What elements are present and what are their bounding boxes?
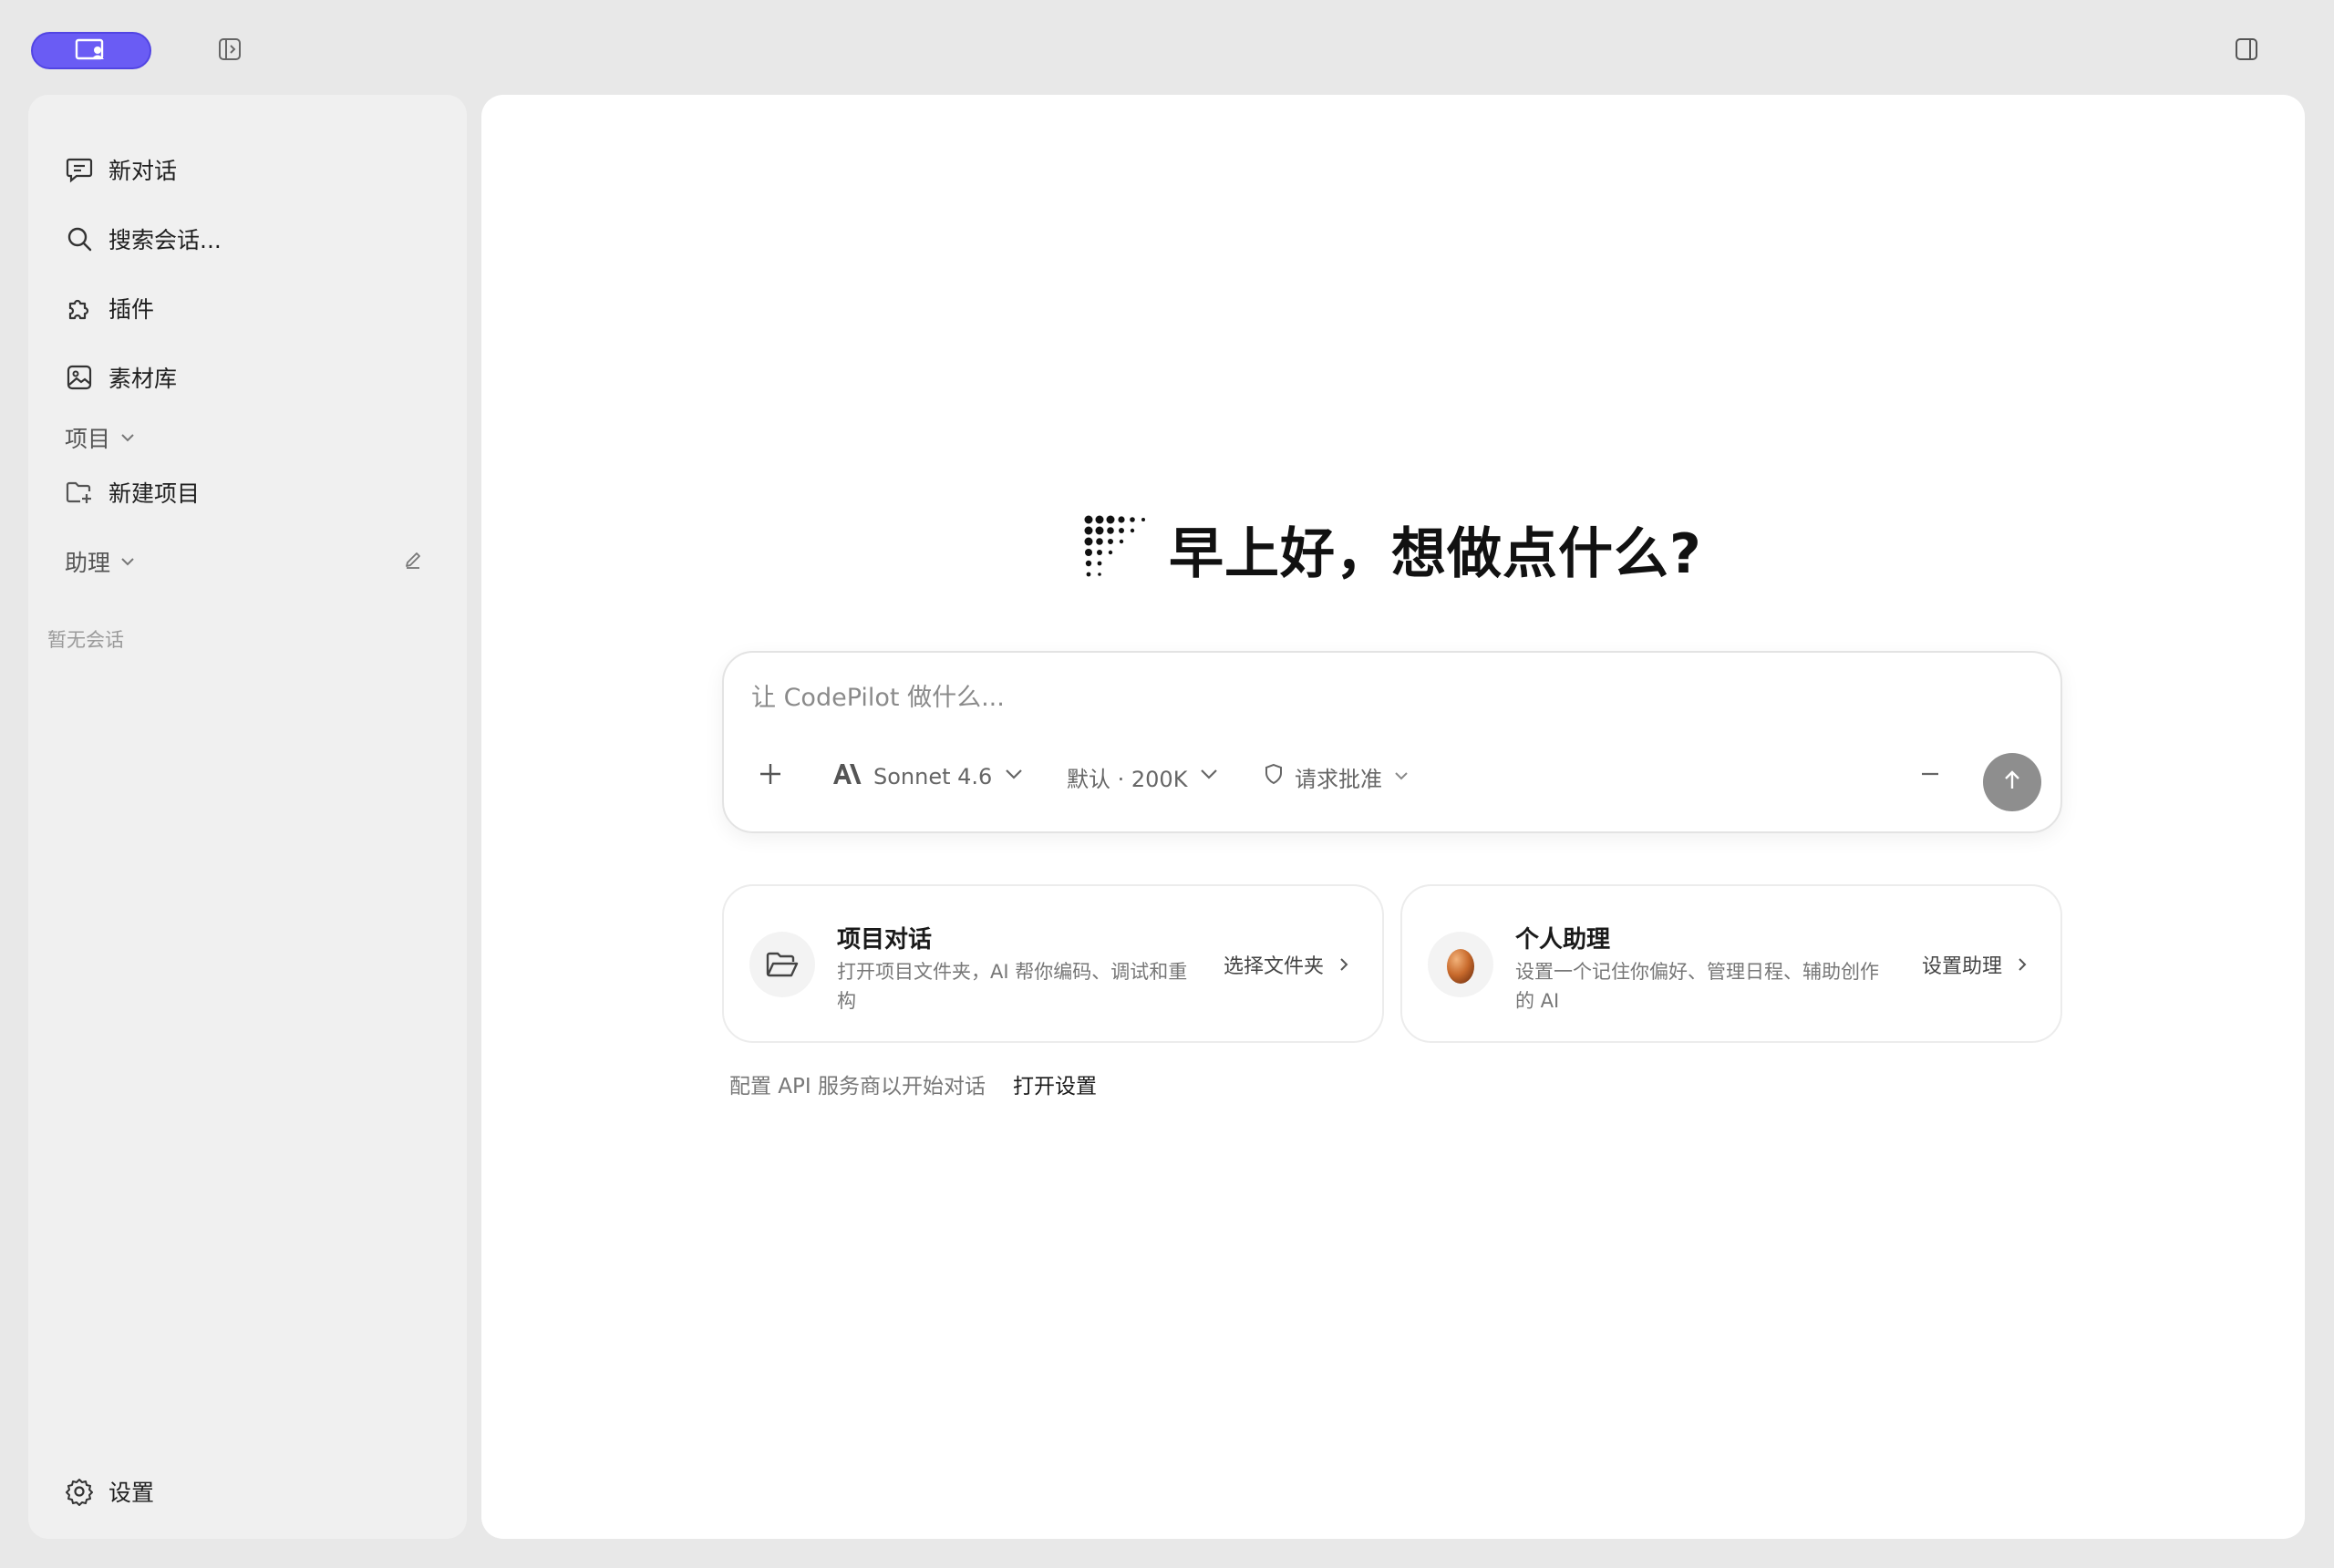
edit-assistant-button[interactable] xyxy=(393,542,433,582)
chevron-down-icon xyxy=(1198,763,1220,790)
model-name: Sonnet 4.6 xyxy=(873,764,993,789)
title-bar xyxy=(0,0,2334,95)
card-action-label: 选择文件夹 xyxy=(1223,955,1324,978)
permission-label: 请求批准 xyxy=(1295,766,1382,792)
composer: Sonnet 4.6 默认 · 200K 请求批准 xyxy=(722,651,2062,833)
sidebar: 新对话 搜索会话... 插件 素材库 项目 新建项目 助理 暂无会话 设置 xyxy=(28,95,467,1539)
pencil-icon xyxy=(403,550,423,573)
sidebar-item-settings[interactable]: 设置 xyxy=(61,1464,444,1519)
assistant-section-toggle[interactable]: 助理 xyxy=(65,542,136,582)
minus-icon xyxy=(1918,762,1942,791)
sidebar-item-library[interactable]: 素材库 xyxy=(61,350,444,405)
sidebar-item-label: 素材库 xyxy=(108,366,178,392)
chevron-down-icon xyxy=(1003,763,1025,790)
card-title: 个人助理 xyxy=(1515,926,1611,954)
sidebar-item-label: 设置 xyxy=(108,1480,155,1506)
profile-screen-icon xyxy=(75,37,108,65)
empty-conversations-text: 暂无会话 xyxy=(47,629,124,651)
folder-plus-icon xyxy=(61,474,98,511)
collapse-button[interactable] xyxy=(1918,751,1942,802)
sidebar-item-plugins[interactable]: 插件 xyxy=(61,281,444,335)
new-project-button[interactable]: 新建项目 xyxy=(61,465,444,520)
panel-right-icon xyxy=(2234,36,2259,66)
prompt-input[interactable] xyxy=(751,675,2009,720)
sidebar-item-label: 新建项目 xyxy=(108,480,201,507)
context-selector[interactable]: 默认 · 200K xyxy=(1067,751,1220,802)
image-icon xyxy=(61,359,98,396)
egg-icon xyxy=(1428,932,1493,997)
search-icon xyxy=(61,221,98,257)
sidebar-item-label: 搜索会话... xyxy=(108,227,222,253)
send-button[interactable] xyxy=(1983,753,2041,811)
model-selector[interactable]: Sonnet 4.6 xyxy=(831,751,1025,802)
projects-section-toggle[interactable]: 项目 xyxy=(65,418,136,458)
card-action-label: 设置助理 xyxy=(1921,955,2002,978)
chevron-down-icon xyxy=(1393,764,1410,789)
main-panel: 早上好，想做点什么? Sonnet 4.6 xyxy=(481,95,2305,1539)
card-description: 设置一个记住你偏好、管理日程、辅助创作的 AI xyxy=(1515,961,1879,1012)
arrow-up-icon xyxy=(1999,768,2025,797)
assistant-section-label: 助理 xyxy=(65,550,111,576)
puzzle-icon xyxy=(61,290,98,326)
chevron-right-icon xyxy=(2015,955,2029,974)
attach-button[interactable] xyxy=(757,751,784,802)
card-description: 打开项目文件夹，AI 帮你编码、调试和重构 xyxy=(837,961,1188,1012)
greeting: 早上好，想做点什么? xyxy=(1083,505,1702,593)
chevron-down-icon xyxy=(119,553,136,570)
project-chat-card[interactable]: 项目对话 打开项目文件夹，AI 帮你编码、调试和重构 选择文件夹 xyxy=(722,884,1384,1043)
folder-open-icon xyxy=(749,932,815,997)
anthropic-logo-icon xyxy=(831,762,862,791)
sidebar-item-label: 插件 xyxy=(108,296,155,323)
shield-icon xyxy=(1264,763,1284,790)
chevron-down-icon xyxy=(119,429,136,446)
chat-bubble-icon xyxy=(61,151,98,188)
permission-selector[interactable]: 请求批准 xyxy=(1264,751,1410,802)
app-switch-button[interactable] xyxy=(31,32,151,69)
personal-assistant-card[interactable]: 个人助理 设置一个记住你偏好、管理日程、辅助创作的 AI 设置助理 xyxy=(1400,884,2062,1043)
setup-assistant-action[interactable]: 设置助理 xyxy=(1922,950,2029,979)
hint-text: 配置 API 服务商以开始对话 xyxy=(729,1075,986,1099)
open-settings-link[interactable]: 打开设置 xyxy=(1013,1068,1097,1099)
context-label: 默认 · 200K xyxy=(1067,766,1188,792)
sidebar-toggle-button[interactable] xyxy=(210,31,250,71)
projects-section-label: 项目 xyxy=(65,426,111,452)
gear-icon xyxy=(61,1473,98,1510)
greeting-title: 早上好，想做点什么? xyxy=(1169,521,1702,586)
chevron-right-icon xyxy=(1337,955,1351,974)
api-config-hint: 配置 API 服务商以开始对话 打开设置 xyxy=(729,1068,1097,1099)
sidebar-item-new-chat[interactable]: 新对话 xyxy=(61,142,444,197)
card-title: 项目对话 xyxy=(837,926,933,954)
codepilot-logo-icon xyxy=(1083,514,1149,583)
right-panel-toggle-button[interactable] xyxy=(2226,31,2267,71)
sidebar-item-label: 新对话 xyxy=(108,158,178,184)
plus-icon xyxy=(757,760,784,793)
sidebar-item-search[interactable]: 搜索会话... xyxy=(61,211,444,266)
panel-left-icon xyxy=(217,36,243,66)
choose-folder-action[interactable]: 选择文件夹 xyxy=(1224,950,1351,979)
